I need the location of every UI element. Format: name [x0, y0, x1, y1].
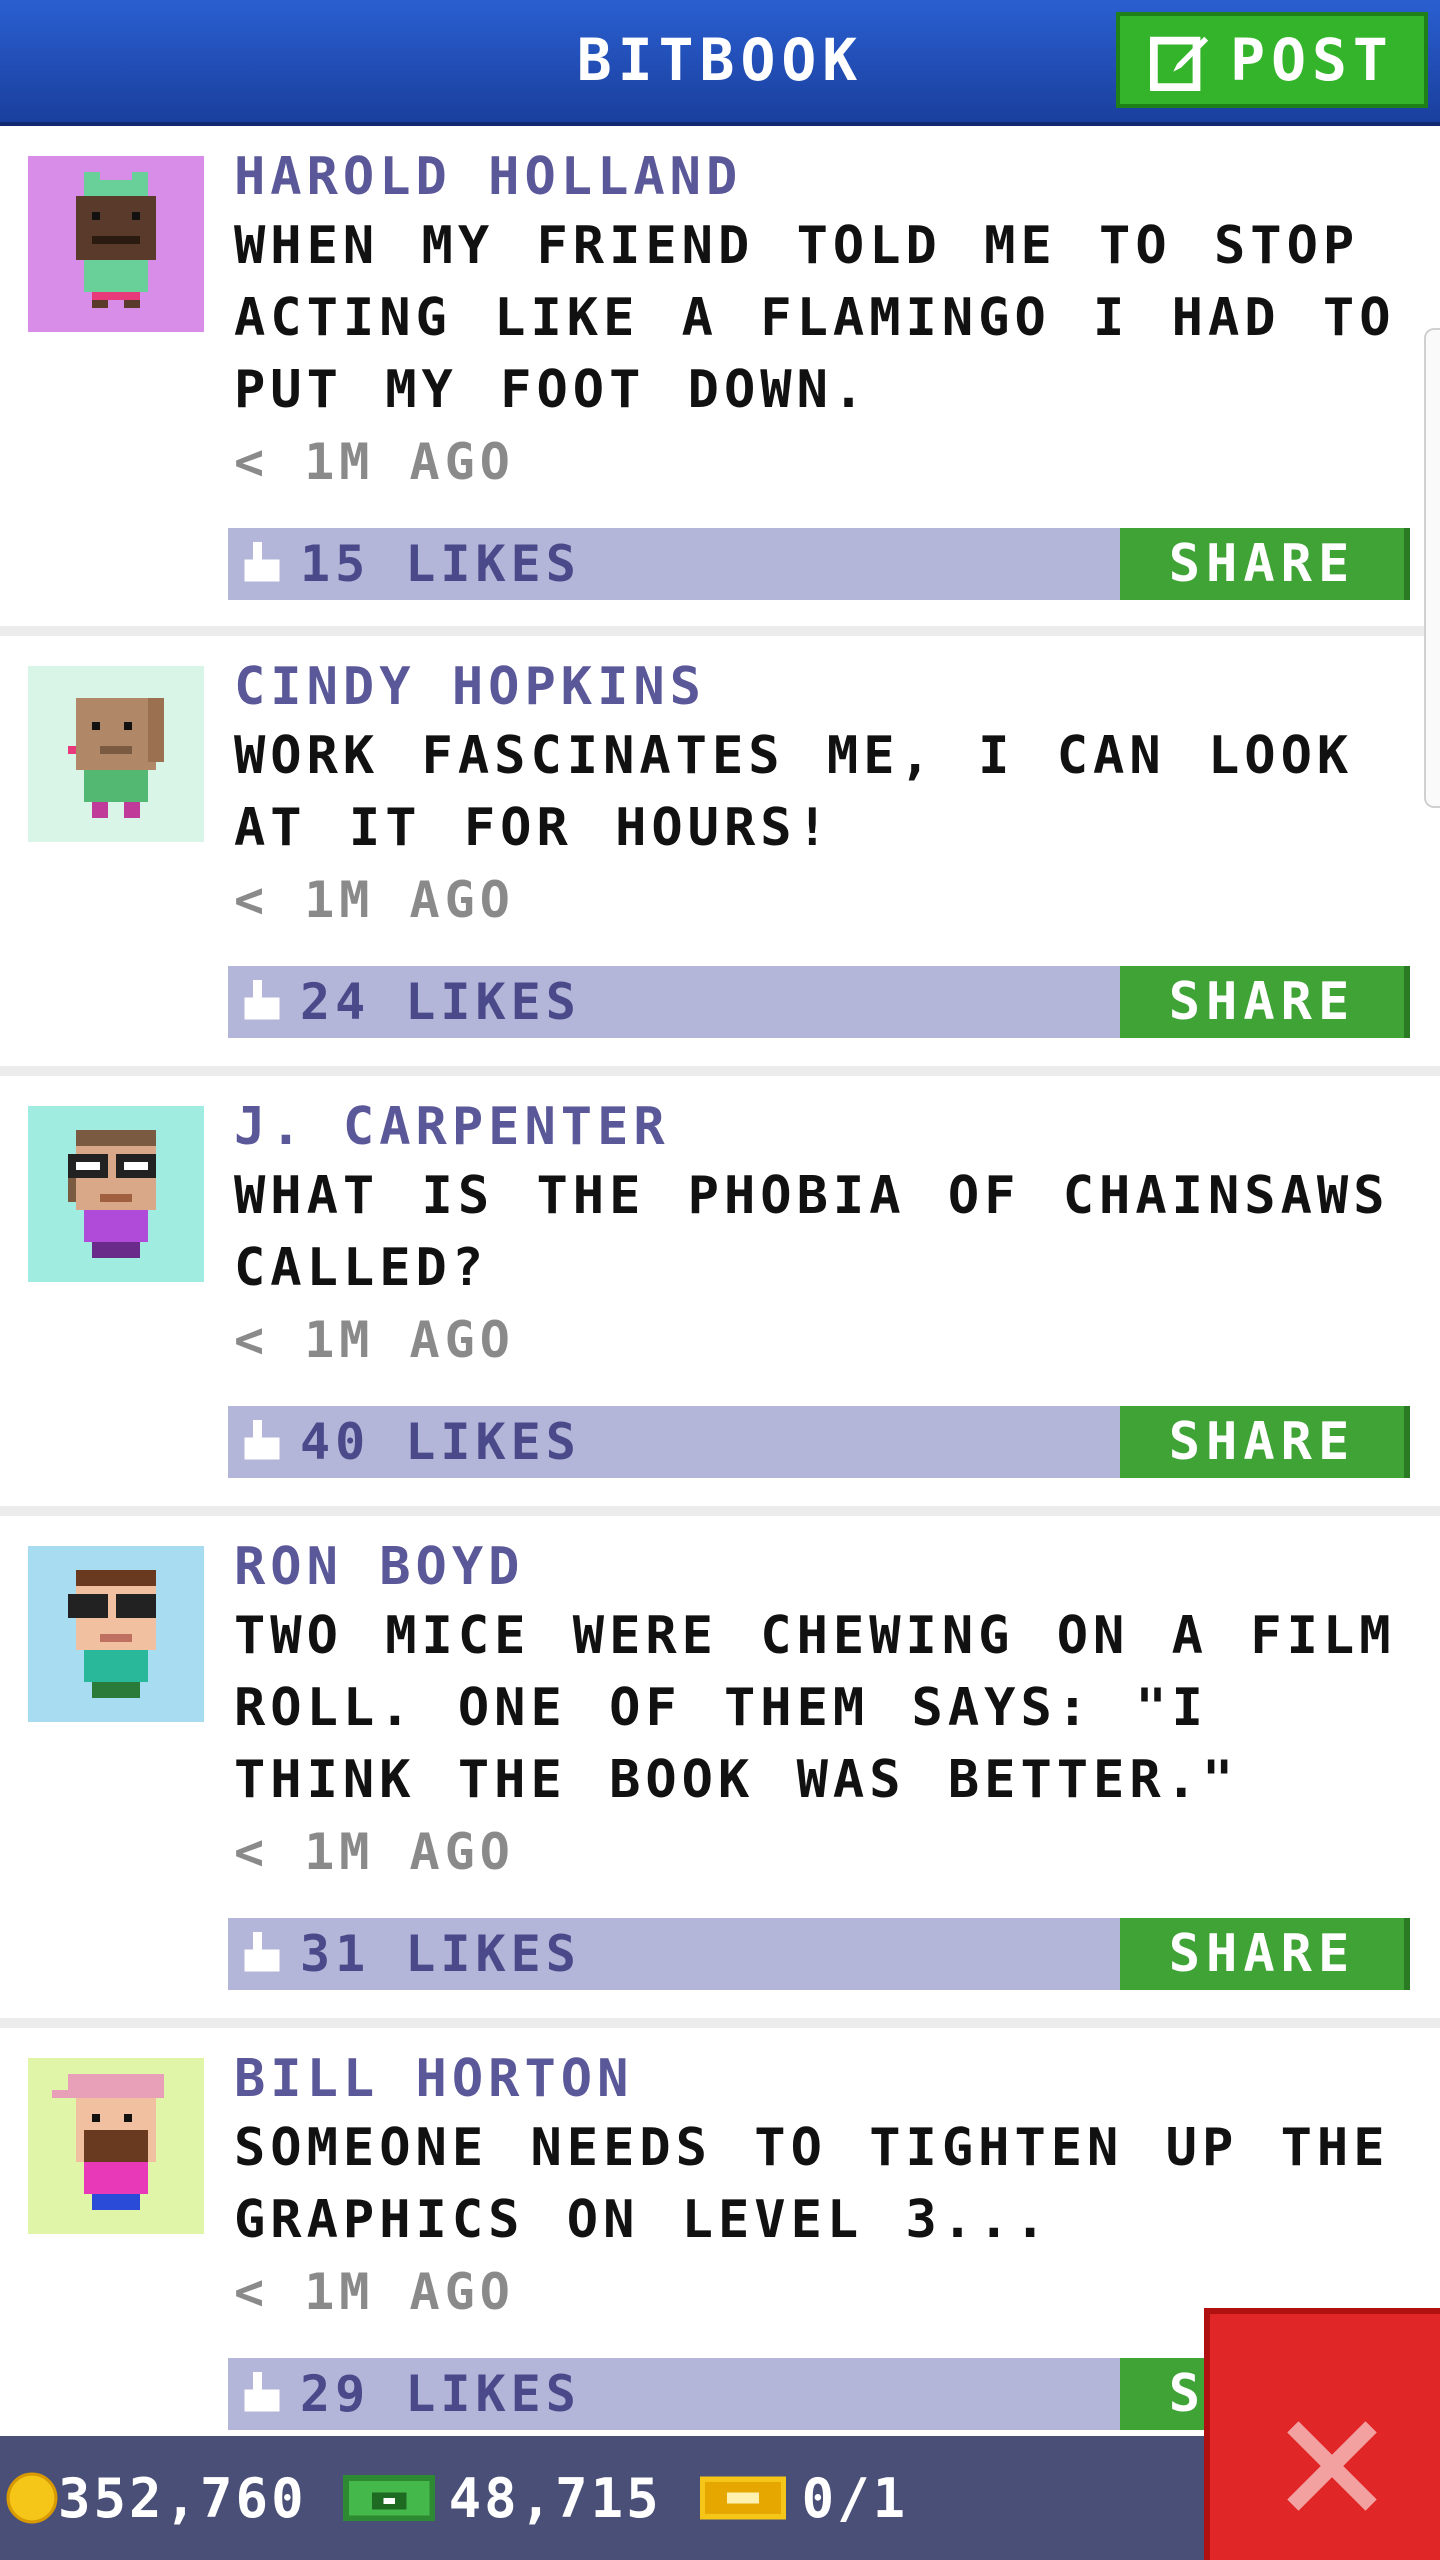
post-author[interactable]: RON BOYD — [234, 1534, 1424, 1600]
post-button-label: POST — [1230, 26, 1394, 94]
share-button[interactable]: SHARE — [1120, 528, 1410, 600]
likes-count: 40 LIKES — [300, 1413, 581, 1471]
avatar — [28, 666, 204, 842]
close-icon — [1287, 2421, 1377, 2511]
coins-display: 352,760 — [6, 2467, 307, 2530]
app-header: BITBOOK POST — [0, 0, 1440, 126]
scroll-tab[interactable] — [1424, 328, 1440, 808]
post-author[interactable]: CINDY HOPKINS — [234, 654, 1424, 720]
post-message: WORK FASCINATES ME, I CAN LOOK AT IT FOR… — [234, 726, 1354, 858]
post-card: CINDY HOPKINS WORK FASCINATES ME, I CAN … — [0, 636, 1440, 1076]
post-button[interactable]: POST — [1116, 12, 1428, 108]
post-time: < 1M AGO — [234, 1823, 515, 1881]
post-message: SOMEONE NEEDS TO TIGHTEN UP THE GRAPHICS… — [234, 2118, 1390, 2250]
likes-count: 24 LIKES — [300, 973, 581, 1031]
coin-icon — [6, 2472, 58, 2524]
like-button[interactable]: 29 LIKES — [240, 2358, 581, 2430]
tickets-count: 0/1 — [801, 2466, 909, 2530]
likes-count: 15 LIKES — [300, 535, 581, 593]
close-button[interactable] — [1204, 2308, 1440, 2560]
avatar — [28, 1546, 204, 1722]
post-message: WHEN MY FRIEND TOLD ME TO STOP ACTING LI… — [234, 216, 1396, 420]
like-button[interactable]: 15 LIKES — [240, 528, 581, 600]
avatar — [28, 1106, 204, 1282]
bux-count: 48,715 — [448, 2466, 662, 2530]
post-message: TWO MICE WERE CHEWING ON A FILM ROLL. ON… — [234, 1606, 1396, 1810]
coins-count: 352,760 — [58, 2466, 307, 2530]
post-time: < 1M AGO — [234, 1311, 515, 1369]
post-author[interactable]: HAROLD HOLLAND — [234, 144, 1424, 210]
like-button[interactable]: 31 LIKES — [240, 1918, 581, 1990]
share-button[interactable]: SHARE — [1120, 1406, 1410, 1478]
post-time: < 1M AGO — [234, 433, 515, 491]
bux-icon — [342, 2475, 435, 2521]
avatar — [28, 2058, 204, 2234]
thumbs-up-icon — [244, 542, 280, 582]
post-card: HAROLD HOLLAND WHEN MY FRIEND TOLD ME TO… — [0, 126, 1440, 636]
likes-count: 29 LIKES — [300, 2365, 581, 2423]
like-button[interactable]: 24 LIKES — [240, 966, 581, 1038]
post-actions: 15 LIKES SHARE — [228, 528, 1410, 600]
thumbs-up-icon — [244, 980, 280, 1020]
like-button[interactable]: 40 LIKES — [240, 1406, 581, 1478]
post-card: RON BOYD TWO MICE WERE CHEWING ON A FILM… — [0, 1516, 1440, 2028]
bux-display: 48,715 — [342, 2466, 662, 2530]
share-button[interactable]: SHARE — [1120, 966, 1410, 1038]
thumbs-up-icon — [244, 1420, 280, 1460]
post-author[interactable]: BILL HORTON — [234, 2046, 1424, 2112]
share-button[interactable]: SHARE — [1120, 1918, 1410, 1990]
feed[interactable]: HAROLD HOLLAND WHEN MY FRIEND TOLD ME TO… — [0, 126, 1440, 2468]
thumbs-up-icon — [244, 1932, 280, 1972]
post-actions: 31 LIKES SHARE — [228, 1918, 1410, 1990]
thumbs-up-icon — [244, 2372, 280, 2412]
likes-count: 31 LIKES — [300, 1925, 581, 1983]
avatar — [28, 156, 204, 332]
post-time: < 1M AGO — [234, 871, 515, 929]
ticket-icon — [699, 2476, 786, 2520]
post-actions: 24 LIKES SHARE — [228, 966, 1410, 1038]
post-author[interactable]: J. CARPENTER — [234, 1094, 1424, 1160]
post-card: J. CARPENTER WHAT IS THE PHOBIA OF CHAIN… — [0, 1076, 1440, 1516]
tickets-display: 0/1 — [698, 2467, 909, 2530]
compose-icon — [1150, 36, 1209, 91]
post-message: WHAT IS THE PHOBIA OF CHAINSAWS CALLED? — [234, 1166, 1390, 1298]
post-actions: 40 LIKES SHARE — [228, 1406, 1410, 1478]
